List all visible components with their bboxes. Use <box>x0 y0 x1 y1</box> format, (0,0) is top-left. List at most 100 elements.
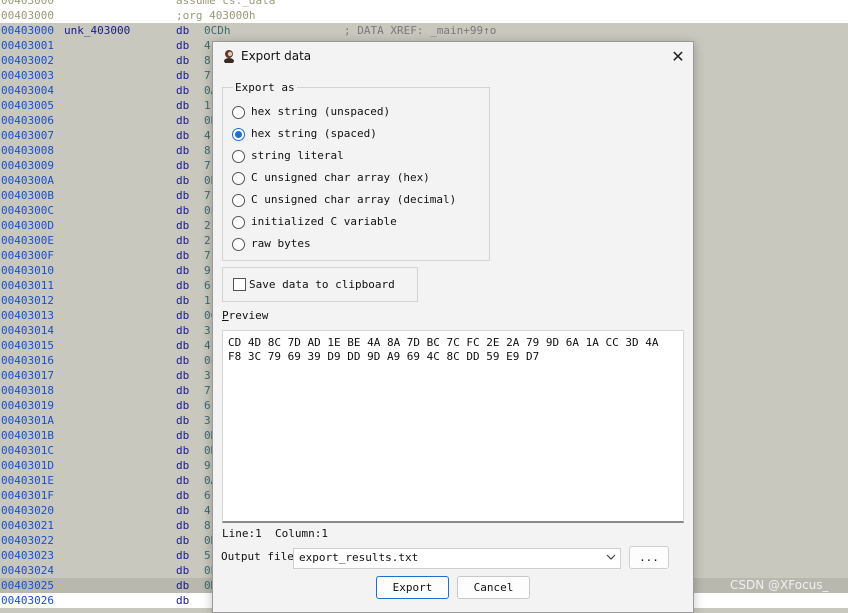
listing-value: 6 <box>204 279 211 292</box>
listing-opcode: db <box>176 489 190 502</box>
listing-opcode: db <box>176 384 190 397</box>
radio-indicator <box>232 216 245 229</box>
listing-line: 00403000 ;org 403000h <box>0 8 848 23</box>
listing-value: 7 <box>204 384 211 397</box>
listing-address: 0040300B <box>1 189 54 202</box>
export-as-group: Export as hex string (unspaced) hex stri… <box>222 81 490 261</box>
listing-address: 0040300C <box>1 204 54 217</box>
listing-address: 0040301B <box>1 429 54 442</box>
listing-opcode: db <box>176 204 190 217</box>
listing-address: 0040300E <box>1 234 54 247</box>
preview-text: CD 4D 8C 7D AD 1E BE 4A 8A 7D BC 7C FC 2… <box>228 336 659 363</box>
listing-address: 00403009 <box>1 159 54 172</box>
export-button[interactable]: Export <box>376 576 449 599</box>
clipboard-group: Save data to clipboard <box>222 267 418 302</box>
listing-value: 5 <box>204 549 211 562</box>
listing-address: 00403024 <box>1 564 54 577</box>
preview-label-rest: review <box>228 309 269 322</box>
listing-opcode: db <box>176 54 190 67</box>
listing-address: 0040301F <box>1 489 54 502</box>
preview-label: Preview <box>222 309 268 322</box>
radio-indicator <box>232 194 245 207</box>
listing-opcode: db <box>176 189 190 202</box>
listing-directive: assume cs:_data <box>176 0 276 7</box>
clipboard-checkbox[interactable] <box>233 278 246 291</box>
listing-address: 00403001 <box>1 39 54 52</box>
listing-address: 0040301E <box>1 474 54 487</box>
listing-opcode: db <box>176 354 190 367</box>
listing-address: 00403002 <box>1 54 54 67</box>
radio-label: initialized C variable <box>251 215 397 228</box>
radio-indicator <box>232 172 245 185</box>
listing-address: 00403025 <box>1 579 54 592</box>
listing-opcode: db <box>176 309 190 322</box>
listing-opcode: db <box>176 99 190 112</box>
dialog-titlebar[interactable]: Export data ✕ <box>213 42 693 72</box>
watermark: CSDN @XFocus_ <box>730 578 829 592</box>
listing-address: 00403016 <box>1 354 54 367</box>
listing-value: 6 <box>204 489 211 502</box>
listing-opcode: db <box>176 324 190 337</box>
listing-line: 00403000 assume cs:_data <box>0 0 848 8</box>
listing-opcode: db <box>176 144 190 157</box>
browse-button[interactable]: ... <box>629 546 669 569</box>
listing-address: 00403008 <box>1 144 54 157</box>
listing-address: 00403000 <box>1 24 54 37</box>
radio-indicator-selected <box>232 128 245 141</box>
output-file-value: export_results.txt <box>299 551 419 564</box>
listing-address: 0040301A <box>1 414 54 427</box>
listing-value: 7 <box>204 189 211 202</box>
radio-label: hex string (spaced) <box>251 127 377 140</box>
listing-opcode: db <box>176 504 190 517</box>
listing-opcode: db <box>176 549 190 562</box>
listing-opcode: db <box>176 129 190 142</box>
chevron-down-icon[interactable] <box>606 552 616 562</box>
listing-address: 0040301D <box>1 459 54 472</box>
listing-address: 00403006 <box>1 114 54 127</box>
listing-value: 1 <box>204 99 211 112</box>
listing-opcode: db <box>176 249 190 262</box>
radio-label: raw bytes <box>251 237 311 250</box>
listing-opcode: db <box>176 444 190 457</box>
close-icon[interactable]: ✕ <box>667 47 689 67</box>
listing-opcode: db <box>176 24 190 37</box>
listing-opcode: db <box>176 39 190 52</box>
listing-line: 00403000 unk_403000 db 0CDh ; DATA XREF: _ma… <box>0 23 848 38</box>
listing-value: 8 <box>204 519 211 532</box>
clipboard-label[interactable]: Save data to clipboard <box>249 278 395 291</box>
listing-value: 0CDh <box>204 24 231 37</box>
listing-address: 00403011 <box>1 279 54 292</box>
listing-comment: ; DATA XREF: _main+99↑o <box>344 24 497 37</box>
listing-opcode: db <box>176 114 190 127</box>
listing-opcode: db <box>176 579 190 592</box>
listing-address: 00403023 <box>1 549 54 562</box>
listing-address: 00403010 <box>1 264 54 277</box>
app-icon <box>222 49 236 64</box>
listing-opcode: db <box>176 84 190 97</box>
cursor-status: Line:1 Column:1 <box>222 527 328 540</box>
listing-address: 00403017 <box>1 369 54 382</box>
listing-opcode: db <box>176 234 190 247</box>
output-file-combobox[interactable]: export_results.txt <box>293 548 621 569</box>
radio-label: hex string (unspaced) <box>251 105 391 118</box>
listing-directive: ;org 403000h <box>176 9 256 22</box>
listing-address: 00403003 <box>1 69 54 82</box>
listing-value: 1 <box>204 294 211 307</box>
radio-label: C unsigned char array (decimal) <box>251 193 457 206</box>
radio-label: string literal <box>251 149 344 162</box>
listing-value: 7 <box>204 69 211 82</box>
listing-opcode: db <box>176 564 190 577</box>
listing-value: 2 <box>204 234 211 247</box>
listing-opcode: db <box>176 399 190 412</box>
listing-value: 4 <box>204 339 211 352</box>
export-as-label: Export as <box>233 81 297 94</box>
listing-opcode: db <box>176 339 190 352</box>
listing-address: 00403026 <box>1 594 54 607</box>
listing-opcode: db <box>176 414 190 427</box>
radio-label: C unsigned char array (hex) <box>251 171 430 184</box>
cancel-button[interactable]: Cancel <box>457 576 530 599</box>
listing-address: 00403021 <box>1 519 54 532</box>
listing-address: 0040300F <box>1 249 54 262</box>
preview-textarea[interactable]: CD 4D 8C 7D AD 1E BE 4A 8A 7D BC 7C FC 2… <box>222 330 684 523</box>
listing-opcode: db <box>176 174 190 187</box>
